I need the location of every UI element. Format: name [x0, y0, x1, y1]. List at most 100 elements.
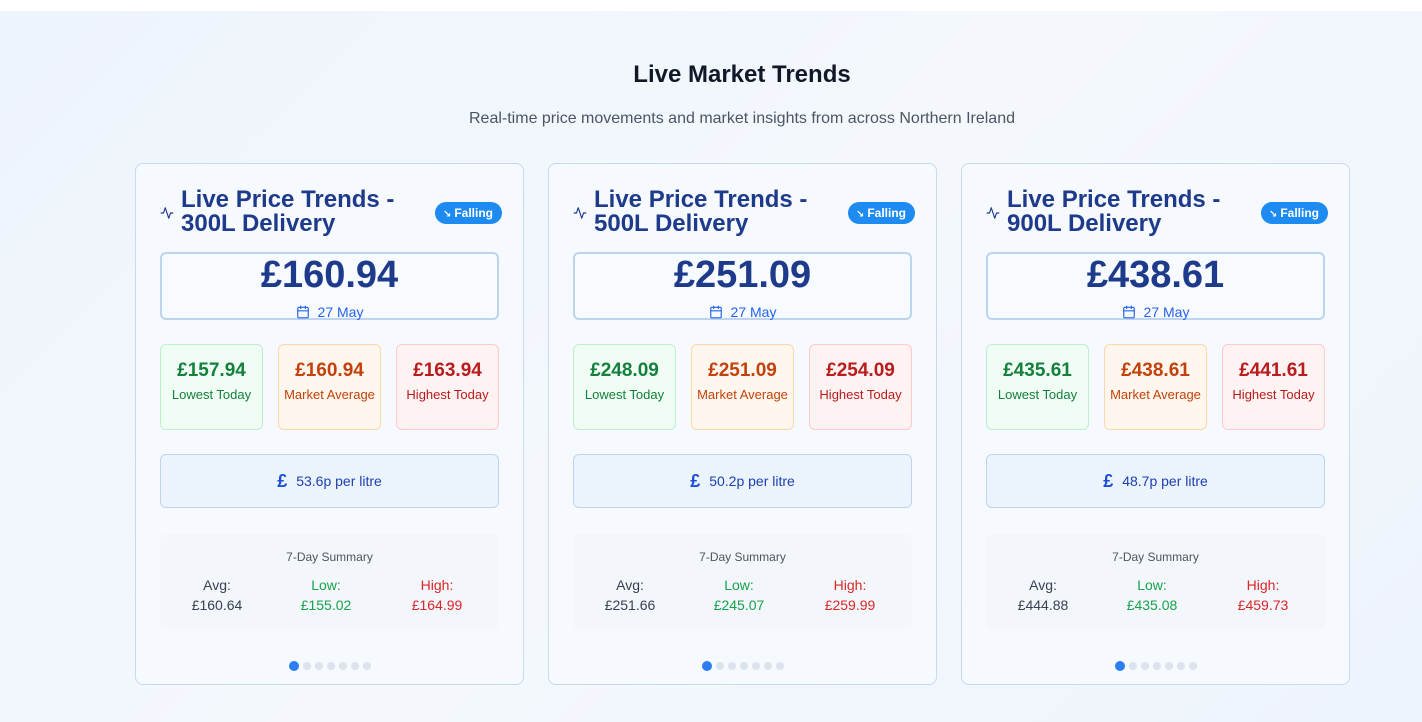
summary-avg: Avg: £160.64 [162, 575, 272, 615]
market-average-value: £438.61 [1121, 360, 1190, 381]
summary-high: High: £164.99 [382, 575, 492, 615]
highest-today-value: £441.61 [1239, 360, 1308, 381]
carousel-dot[interactable] [701, 661, 712, 671]
carousel-dot[interactable] [288, 661, 299, 671]
seven-day-summary: 7-Day Summary Avg: £160.64 Low: £155.02 … [160, 534, 499, 629]
summary-high: High: £259.99 [795, 575, 905, 615]
summary-high-value: £259.99 [824, 597, 876, 613]
carousel-dot[interactable] [1176, 662, 1185, 670]
summary-low: Low: £435.08 [1097, 575, 1207, 615]
summary-avg: Avg: £251.66 [575, 575, 685, 615]
lowest-today-value: £248.09 [590, 360, 659, 381]
per-litre-box: £ 53.6p per litre [160, 454, 499, 508]
card-title: Live Price Trends - 900L Delivery [1007, 186, 1221, 237]
carousel-dot[interactable] [338, 662, 347, 670]
carousel-dots [136, 661, 523, 672]
pound-icon: £ [277, 470, 288, 491]
carousel-dot[interactable] [751, 662, 760, 670]
carousel-dot[interactable] [1128, 662, 1137, 670]
lowest-today-stat: £248.09 Lowest Today [573, 344, 676, 430]
summary-low: Low: £245.07 [684, 575, 794, 615]
lowest-today-stat: £435.61 Lowest Today [986, 344, 1089, 430]
carousel-dot[interactable] [763, 662, 772, 670]
lowest-today-label: Lowest Today [584, 387, 665, 402]
carousel-dot[interactable] [739, 662, 748, 670]
lowest-today-value: £435.61 [1003, 360, 1072, 381]
section-title: Live Market Trends [633, 61, 851, 88]
carousel-dot[interactable] [302, 662, 311, 670]
card-header: Live Price Trends - 300L Delivery ↘ Falli… [160, 188, 502, 238]
trend-badge-label: Falling [454, 206, 493, 220]
summary-avg-label: Avg: [203, 577, 231, 593]
price-date-label: 27 May [317, 304, 364, 320]
price-trend-card: Live Price Trends - 300L Delivery ↘ Falli… [135, 163, 524, 685]
summary-avg-value: £251.66 [604, 597, 656, 613]
lowest-today-value: £157.94 [177, 360, 246, 381]
market-average-stat: £438.61 Market Average [1104, 344, 1207, 430]
summary-low-value: £435.08 [1126, 597, 1178, 613]
calendar-icon [709, 305, 722, 319]
summary-avg-label: Avg: [1029, 577, 1057, 593]
summary-high-value: £459.73 [1237, 597, 1289, 613]
trending-down-icon: ↘ [1268, 209, 1278, 220]
per-litre-value: 53.6p per litre [296, 473, 382, 489]
carousel-dot[interactable] [350, 662, 359, 670]
highest-today-stat: £163.94 Highest Today [396, 344, 499, 430]
market-average-value: £251.09 [708, 360, 777, 381]
current-price-box: £438.61 27 May [986, 252, 1325, 320]
carousel-dot[interactable] [362, 662, 371, 670]
market-average-label: Market Average [284, 387, 375, 402]
summary-title: 7-Day Summary [1112, 550, 1199, 564]
carousel-dot[interactable] [1152, 662, 1161, 670]
carousel-dot[interactable] [1140, 662, 1149, 670]
highest-today-value: £163.94 [413, 360, 482, 381]
market-average-stat: £251.09 Market Average [691, 344, 794, 430]
market-average-value: £160.94 [295, 360, 364, 381]
trend-badge: ↘ Falling [434, 202, 502, 224]
summary-low: Low: £155.02 [271, 575, 381, 615]
price-date: 27 May [575, 304, 910, 320]
section-subtitle: Real-time price movements and market ins… [469, 110, 1015, 127]
carousel-dot[interactable] [1164, 662, 1173, 670]
carousel-dot[interactable] [715, 662, 724, 670]
price-date-label: 27 May [1143, 304, 1190, 320]
price-stats: £157.94 Lowest Today £160.94 Market Aver… [160, 344, 499, 431]
per-litre-value: 48.7p per litre [1122, 473, 1208, 489]
highest-today-label: Highest Today [406, 387, 489, 402]
highest-today-stat: £254.09 Highest Today [809, 344, 912, 430]
highest-today-stat: £441.61 Highest Today [1222, 344, 1325, 430]
summary-low-value: £155.02 [300, 597, 352, 613]
market-trends-section: Live Market Trends Real-time price movem… [0, 11, 1422, 722]
summary-high-value: £164.99 [411, 597, 463, 613]
activity-icon [573, 207, 587, 219]
summary-low-label: Low: [724, 577, 754, 593]
summary-title: 7-Day Summary [699, 550, 786, 564]
carousel-dot[interactable] [326, 662, 335, 670]
price-stats: £435.61 Lowest Today £438.61 Market Aver… [986, 344, 1325, 431]
carousel-dot[interactable] [314, 662, 323, 670]
current-price: £160.94 [260, 254, 399, 296]
calendar-icon [296, 305, 309, 319]
pound-icon: £ [1103, 470, 1114, 491]
current-price-box: £251.09 27 May [573, 252, 912, 320]
seven-day-summary: 7-Day Summary Avg: £444.88 Low: £435.08 … [986, 534, 1325, 629]
summary-avg-value: £444.88 [1017, 597, 1069, 613]
current-price: £438.61 [1086, 254, 1225, 296]
summary-high-label: High: [420, 577, 454, 593]
activity-icon [160, 207, 174, 219]
summary-low-value: £245.07 [713, 597, 765, 613]
carousel-dot[interactable] [1188, 662, 1197, 670]
carousel-dot[interactable] [727, 662, 736, 670]
card-title: Live Price Trends - 300L Delivery [181, 186, 395, 237]
summary-low-label: Low: [311, 577, 341, 593]
market-average-label: Market Average [697, 387, 788, 402]
per-litre-box: £ 48.7p per litre [986, 454, 1325, 508]
carousel-dot[interactable] [1114, 661, 1125, 671]
price-date: 27 May [162, 304, 497, 320]
carousel-dot[interactable] [775, 662, 784, 670]
trend-badge-label: Falling [1280, 206, 1319, 220]
activity-icon [986, 207, 1000, 219]
calendar-icon [1122, 305, 1135, 319]
summary-title: 7-Day Summary [286, 550, 373, 564]
card-title: Live Price Trends - 500L Delivery [594, 186, 808, 237]
